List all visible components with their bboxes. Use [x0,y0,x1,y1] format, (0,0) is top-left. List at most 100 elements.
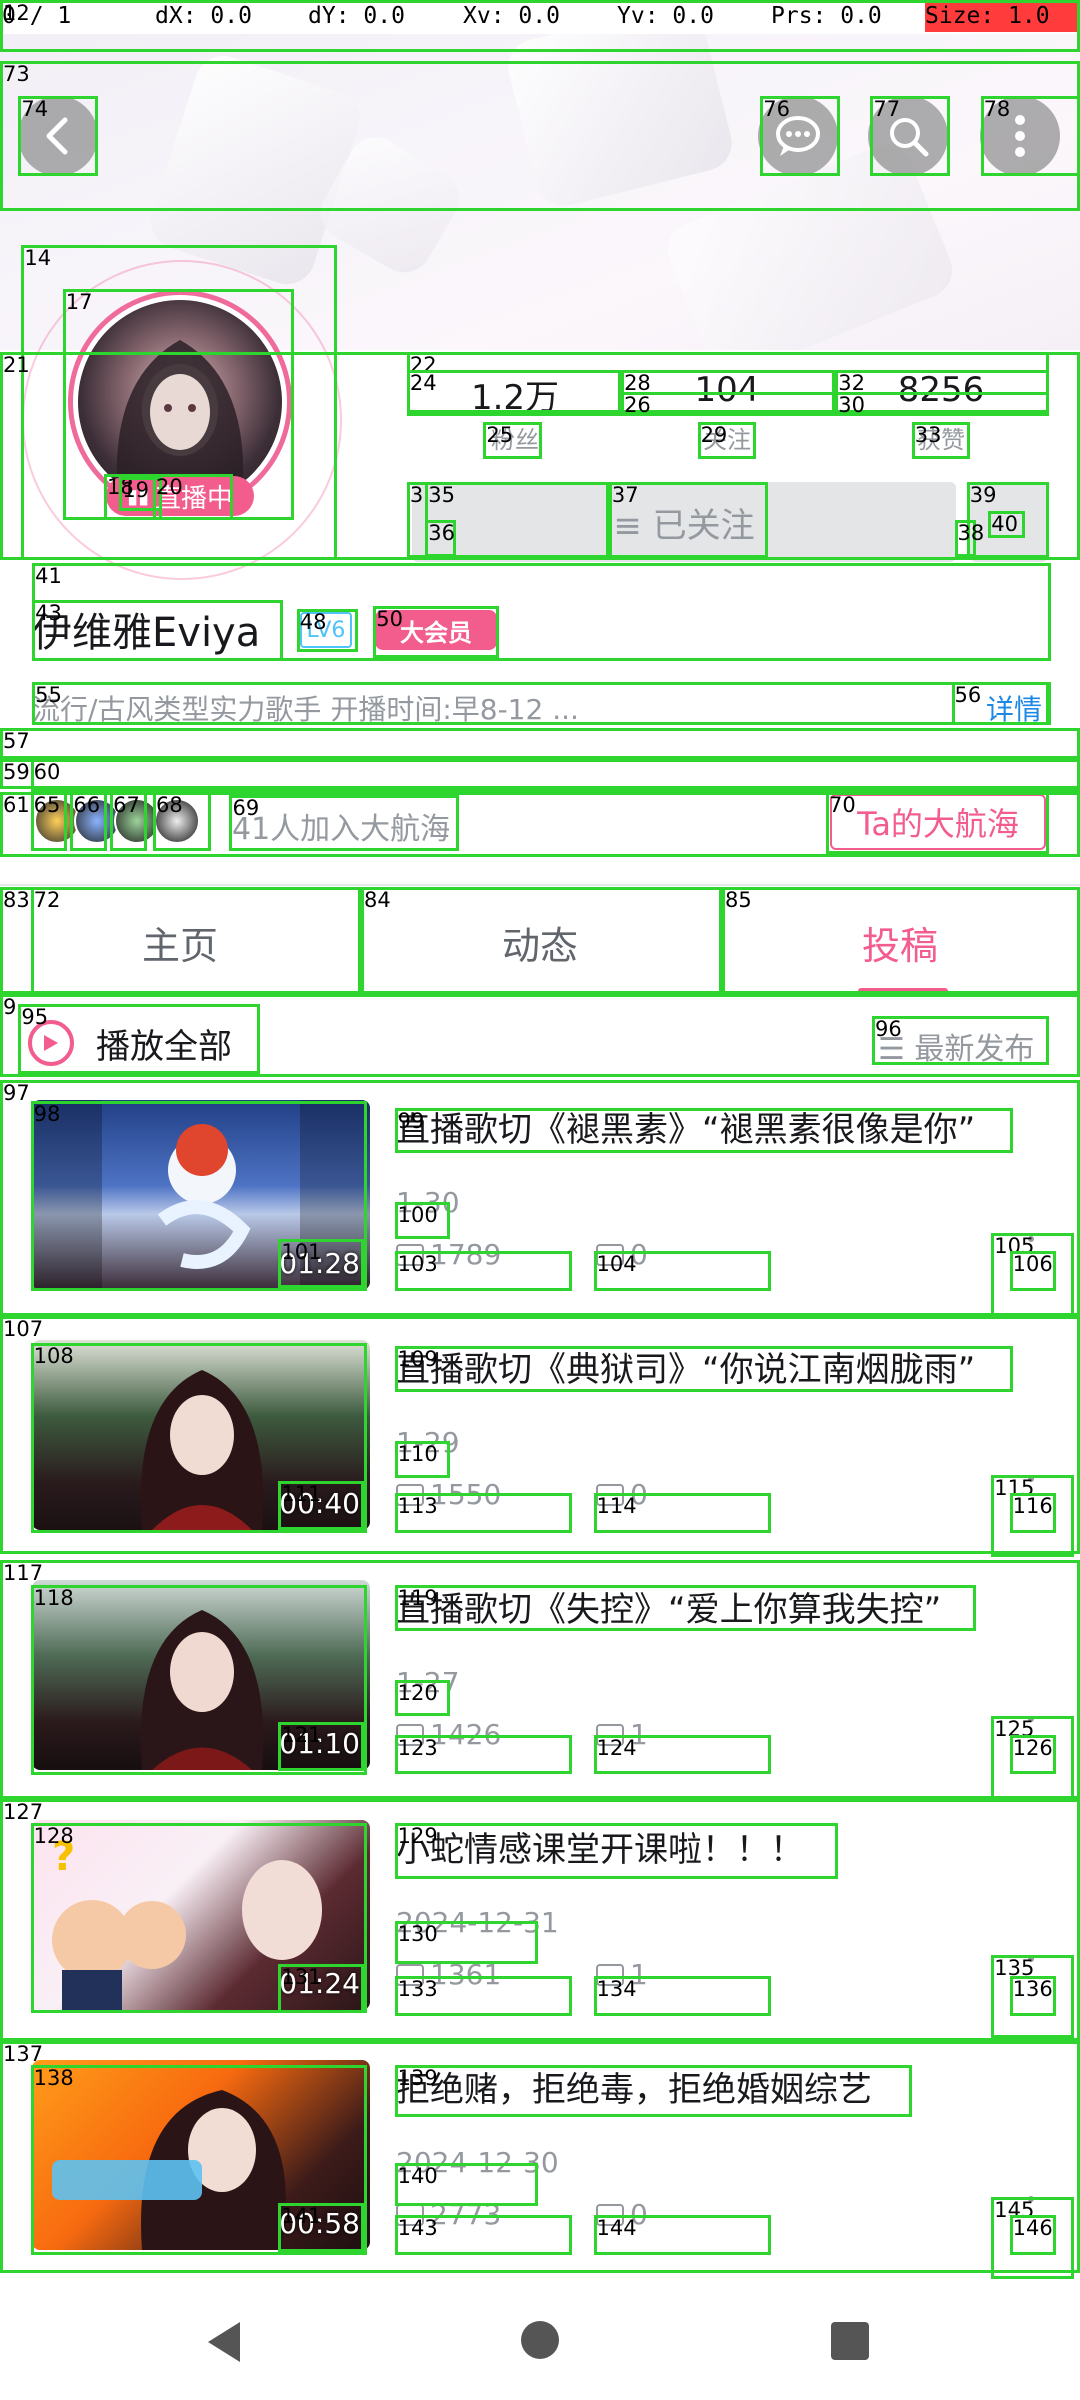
annotation-label: 59 [3,759,30,784]
debug-prs: Prs: 0.0 [771,3,882,29]
tab-uploads[interactable]: 投稿 [720,890,1080,994]
video-title[interactable]: 直播歌切《褪黑素》“褪黑素很像是你” [396,1102,975,1151]
video-thumbnail[interactable]: 01:28 [32,1100,370,1290]
annotation-label: 56 [954,683,982,708]
video-more-icon[interactable] [1028,1956,1034,1962]
divider [0,884,1080,886]
video-more-icon[interactable] [1028,2196,1034,2202]
sort-dropdown[interactable]: ☰ 最新发布 [878,1024,1034,1068]
video-more-icon[interactable] [1028,1476,1034,1482]
list-item[interactable]: 00:58 拒绝赌，拒绝毒，拒绝婚姻综艺 2024-12-30 2773 0 [0,2046,1080,2286]
video-title[interactable]: 小蛇情感课堂开课啦！！！ [396,1822,804,1871]
video-more-icon[interactable] [1028,1236,1034,1242]
video-title[interactable]: 直播歌切《典狱司》“你说江南烟胧雨” [396,1342,975,1391]
debug-xv: Xv: 0.0 [463,3,560,29]
play-count: 1361 [430,1958,502,1991]
svg-text:?: ? [52,1834,75,1880]
profile-signature: 流行/古风类型实力歌手 开播时间:早8-12 ... [32,693,579,726]
play-all-label: 播放全部 [96,1026,232,1067]
danmaku-count: 1 [630,1718,648,1751]
debug-pointers: 0 / 1 [2,3,72,29]
following-label[interactable]: 关注 [622,420,832,455]
annotation-box [30,758,1080,793]
video-danmaku: 0 [596,1238,648,1271]
list-item[interactable]: 00:40 直播歌切《典狱司》“你说江南烟胧雨” 1-29 1550 0 [0,1326,1080,1566]
video-thumbnail[interactable]: ? 01:24 [32,1820,370,2010]
play-all-button[interactable]: 播放全部 [28,1010,258,1076]
followed-button[interactable]: ≡ 已关注 [412,482,956,562]
more-options-button[interactable] [980,96,1060,176]
followers-count[interactable]: 1.2万 [410,370,620,419]
profile-name: 伊维雅Eviya [32,610,261,656]
annotation-box [0,758,1080,790]
video-danmaku: 0 [596,1478,648,1511]
search-button[interactable] [868,96,948,176]
video-plays: 2773 [396,2198,501,2231]
message-button[interactable] [758,96,838,176]
video-thumbnail[interactable]: 00:40 [32,1340,370,1530]
video-date: 1-29 [396,1426,460,1459]
more-vertical-icon [1015,115,1025,157]
follow-dropdown-button[interactable] [970,482,1048,562]
list-item[interactable]: ? 01:24 小蛇情感课堂开课啦！！！ 2024-12-31 1361 1 [0,1806,1080,2046]
live-badge-label: 直播中 [155,483,234,514]
play-count: 2773 [430,2198,502,2231]
nav-back-icon[interactable] [204,2320,244,2364]
danmaku-count: 0 [630,1238,648,1271]
followers-label[interactable]: 粉丝 [410,420,620,455]
video-duration: 00:58 [279,2207,360,2240]
video-title[interactable]: 拒绝赌，拒绝毒，拒绝婚姻综艺 [396,2062,872,2111]
video-plays: 1361 [396,1958,501,1991]
tab-dynamics[interactable]: 动态 [360,890,720,994]
play-count-icon [396,1483,424,1506]
fleet-button[interactable]: Ta的大航海 [830,794,1046,850]
danmaku-icon [596,1483,624,1506]
annotation-label: 60 [33,759,61,784]
back-button[interactable] [18,96,98,176]
live-bars-icon: ▮▮ [126,484,149,508]
annotation-label: 57 [3,729,30,754]
danmaku-count: 0 [630,1478,648,1511]
play-count-icon [396,1723,424,1746]
detail-link[interactable]: 详情 [986,688,1042,728]
play-count: 1426 [430,1718,502,1751]
video-danmaku: 0 [596,2198,648,2231]
play-count: 1550 [430,1478,502,1511]
fleet-member-avatar [154,798,200,844]
vip-badge[interactable]: 大会员 [375,610,497,650]
debug-size: Size: 1.0 [925,0,1080,32]
video-date: 2024-12-30 [396,2146,559,2179]
video-date: 1-30 [396,1186,460,1219]
play-count: 1789 [430,1238,502,1271]
pointer-debug-bar: 0 / 1 dX: 0.0 dY: 0.0 Xv: 0.0 Yv: 0.0 Pr… [0,0,1080,34]
video-title[interactable]: 直播歌切《失控》“爱上你算我失控” [396,1582,941,1631]
annotation-label: 21 [3,352,30,377]
video-danmaku: 1 [596,1718,648,1751]
video-duration: 01:10 [279,1727,360,1760]
likes-label[interactable]: 获赞 [836,420,1046,455]
annotation-box [0,728,1080,759]
play-circle-icon [28,1020,74,1066]
list-item[interactable]: 01:28 直播歌切《褪黑素》“褪黑素很像是你” 1-30 1789 0 [0,1086,1080,1326]
avatar[interactable] [78,300,282,504]
list-item[interactable]: 01:10 直播歌切《失控》“爱上你算我失控” 1-27 1426 1 [0,1566,1080,1806]
likes-count[interactable]: 8256 [836,370,1046,410]
nav-recents-icon[interactable] [830,2321,870,2361]
video-plays: 1789 [396,1238,501,1271]
following-count[interactable]: 104 [622,370,832,410]
debug-dx: dX: 0.0 [155,3,252,29]
video-more-icon[interactable] [1028,1716,1034,1722]
video-thumbnail[interactable]: 01:10 [32,1580,370,1770]
avatar-portrait [116,340,244,500]
divider [0,994,1080,996]
nav-home-icon[interactable] [520,2320,560,2360]
annotation-label: 9 [3,995,17,1020]
video-thumbnail[interactable]: 00:58 [32,2060,370,2250]
search-icon [890,118,929,157]
video-duration: 01:28 [279,1247,360,1280]
live-status-badge[interactable]: ▮▮ 直播中 [106,476,254,516]
fleet-count-text[interactable]: 41人加入大航海 [232,804,450,848]
danmaku-count: 0 [630,2198,648,2231]
danmaku-icon [596,1963,624,1986]
tab-home[interactable]: 主页 [0,890,360,994]
